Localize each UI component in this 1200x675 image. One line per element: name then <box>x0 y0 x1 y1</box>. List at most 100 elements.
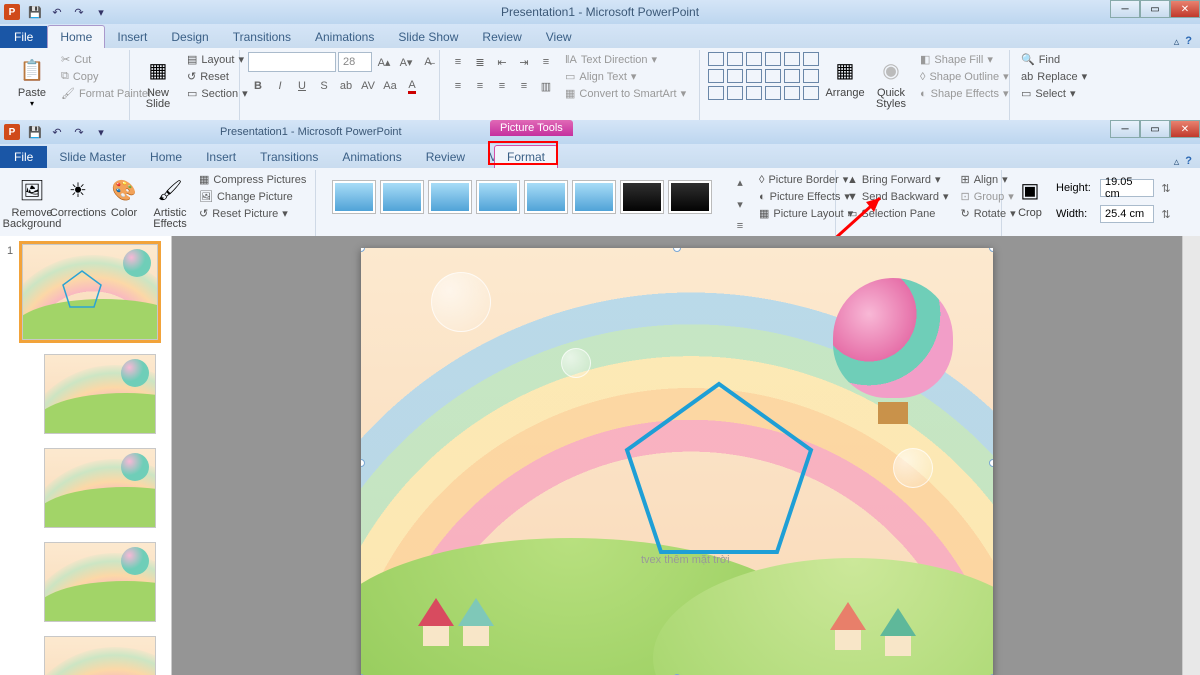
justify-button[interactable]: ≡ <box>514 76 534 96</box>
spacing-button[interactable]: AV <box>358 76 378 96</box>
help-icon[interactable]: ? <box>1185 35 1192 48</box>
picture-styles-gallery[interactable] <box>324 172 720 222</box>
find-button[interactable]: 🔍 Find <box>1018 52 1090 67</box>
quick-styles-button[interactable]: ◉Quick Styles <box>871 52 911 112</box>
ribbon-minimize-icon[interactable]: ▵ <box>1174 155 1180 168</box>
slide-thumb-layout-1[interactable] <box>44 354 156 434</box>
help-icon[interactable]: ? <box>1185 155 1192 168</box>
clear-format-icon[interactable]: A̶ <box>418 52 438 72</box>
qat-more-icon[interactable]: ▾ <box>92 123 110 141</box>
height-stepper[interactable]: ⇅ <box>1156 178 1176 198</box>
shadow-button[interactable]: ab <box>336 76 356 96</box>
artistic-effects-button[interactable]: 🖌Artistic Effects <box>150 172 190 232</box>
undo-icon[interactable]: ↶ <box>48 123 66 141</box>
crop-button[interactable]: ▣Crop <box>1010 172 1050 221</box>
slide-thumbnail-pane[interactable] <box>0 236 172 675</box>
convert-smartart-button[interactable]: ▦ Convert to SmartArt ▾ <box>562 86 689 101</box>
tab-format[interactable]: Format <box>494 145 558 168</box>
columns-button[interactable]: ▥ <box>536 76 556 96</box>
tab-animations[interactable]: Animations <box>303 26 386 48</box>
shape-effects-button[interactable]: ◐ Shape Effects ▾ <box>917 86 1012 101</box>
tab-file[interactable]: File <box>0 26 47 48</box>
case-button[interactable]: Aa <box>380 76 400 96</box>
compress-pictures-button[interactable]: ▦ Compress Pictures <box>196 172 309 187</box>
minimize-button[interactable]: ─ <box>1110 120 1140 138</box>
corrections-button[interactable]: ☀Corrections <box>58 172 98 221</box>
strike-button[interactable]: S <box>314 76 334 96</box>
gallery-more-icon[interactable]: ≡ <box>730 216 750 236</box>
save-icon[interactable]: 💾 <box>26 123 44 141</box>
slide-thumb-layout-3[interactable] <box>44 542 156 622</box>
shape-fill-button[interactable]: ◧ Shape Fill ▾ <box>917 52 1012 67</box>
maximize-button[interactable]: ▭ <box>1140 120 1170 138</box>
qat-more-icon[interactable]: ▾ <box>92 3 110 21</box>
slide-thumb-1[interactable] <box>22 244 158 340</box>
tab-slide-master[interactable]: Slide Master <box>47 146 138 168</box>
save-icon[interactable]: 💾 <box>26 3 44 21</box>
outdent-button[interactable]: ⇤ <box>492 52 512 72</box>
redo-icon[interactable]: ↷ <box>70 123 88 141</box>
tab-view[interactable]: View <box>534 26 584 48</box>
text-direction-button[interactable]: ‖A Text Direction ▾ <box>562 52 689 67</box>
ribbon-minimize-icon[interactable]: ▵ <box>1174 35 1180 48</box>
new-slide-button[interactable]: ▦New Slide <box>138 52 178 112</box>
slide-main[interactable]: tvex thêm mặt trời <box>361 248 993 675</box>
tab-transitions[interactable]: Transitions <box>248 146 330 168</box>
tab-review[interactable]: Review <box>414 146 477 168</box>
align-left-button[interactable]: ≡ <box>448 76 468 96</box>
width-stepper[interactable]: ⇅ <box>1156 204 1176 224</box>
font-color-button[interactable]: A <box>402 76 422 96</box>
arrange-button[interactable]: ▦Arrange <box>825 52 865 101</box>
tab-home[interactable]: Home <box>47 25 105 48</box>
gallery-up-icon[interactable]: ▴ <box>730 172 750 192</box>
bold-button[interactable]: B <box>248 76 268 96</box>
underline-button[interactable]: U <box>292 76 312 96</box>
slide-thumb-layout-2[interactable] <box>44 448 156 528</box>
close-button[interactable]: ✕ <box>1170 0 1200 18</box>
select-button[interactable]: ▭ Select ▾ <box>1018 86 1090 101</box>
tab-animations[interactable]: Animations <box>330 146 413 168</box>
tab-home[interactable]: Home <box>138 146 194 168</box>
shape-gallery[interactable] <box>708 52 819 100</box>
tab-design[interactable]: Design <box>159 26 220 48</box>
reset-picture-button[interactable]: ↺ Reset Picture ▾ <box>196 206 309 221</box>
align-text-button[interactable]: ▭ Align Text ▾ <box>562 69 689 84</box>
width-input[interactable]: 25.4 cm <box>1100 205 1154 223</box>
tab-file[interactable]: File <box>0 146 47 168</box>
tab-transitions[interactable]: Transitions <box>221 26 303 48</box>
color-button[interactable]: 🎨Color <box>104 172 144 221</box>
bullets-button[interactable]: ≡ <box>448 52 468 72</box>
vertical-scrollbar[interactable] <box>1182 236 1200 675</box>
replace-button[interactable]: ab Replace ▾ <box>1018 69 1090 84</box>
indent-button[interactable]: ⇥ <box>514 52 534 72</box>
grow-font-icon[interactable]: A▴ <box>374 52 394 72</box>
change-picture-button[interactable]: 🖼 Change Picture <box>196 189 309 204</box>
font-family-combo[interactable] <box>248 52 336 72</box>
align-right-button[interactable]: ≡ <box>492 76 512 96</box>
tab-review[interactable]: Review <box>470 26 533 48</box>
close-button[interactable]: ✕ <box>1170 120 1200 138</box>
minimize-button[interactable]: ─ <box>1110 0 1140 18</box>
undo-icon[interactable]: ↶ <box>48 3 66 21</box>
tab-slideshow[interactable]: Slide Show <box>386 26 470 48</box>
linespace-button[interactable]: ≡ <box>536 52 556 72</box>
remove-background-button[interactable]: 🖼Remove Background <box>12 172 52 232</box>
font-size-combo[interactable]: 28 <box>338 52 372 72</box>
numbering-button[interactable]: ≣ <box>470 52 490 72</box>
italic-button[interactable]: I <box>270 76 290 96</box>
tab-insert[interactable]: Insert <box>194 146 248 168</box>
bring-forward-button[interactable]: ▲ Bring Forward ▾ <box>844 172 951 187</box>
selection-pane-button[interactable]: ▭ Selection Pane <box>844 206 951 221</box>
send-backward-button[interactable]: ▼ Send Backward ▾ <box>844 189 951 204</box>
slide-thumb-layout-4[interactable] <box>44 636 156 675</box>
redo-icon[interactable]: ↷ <box>70 3 88 21</box>
shrink-font-icon[interactable]: A▾ <box>396 52 416 72</box>
align-center-button[interactable]: ≡ <box>470 76 490 96</box>
height-input[interactable]: 19.05 cm <box>1100 179 1154 197</box>
gallery-down-icon[interactable]: ▾ <box>730 194 750 214</box>
slide-canvas[interactable]: tvex thêm mặt trời <box>172 236 1182 675</box>
tab-insert[interactable]: Insert <box>105 26 159 48</box>
maximize-button[interactable]: ▭ <box>1140 0 1170 18</box>
shape-outline-button[interactable]: ◊ Shape Outline ▾ <box>917 69 1012 84</box>
paste-button[interactable]: 📋Paste▾ <box>12 52 52 110</box>
